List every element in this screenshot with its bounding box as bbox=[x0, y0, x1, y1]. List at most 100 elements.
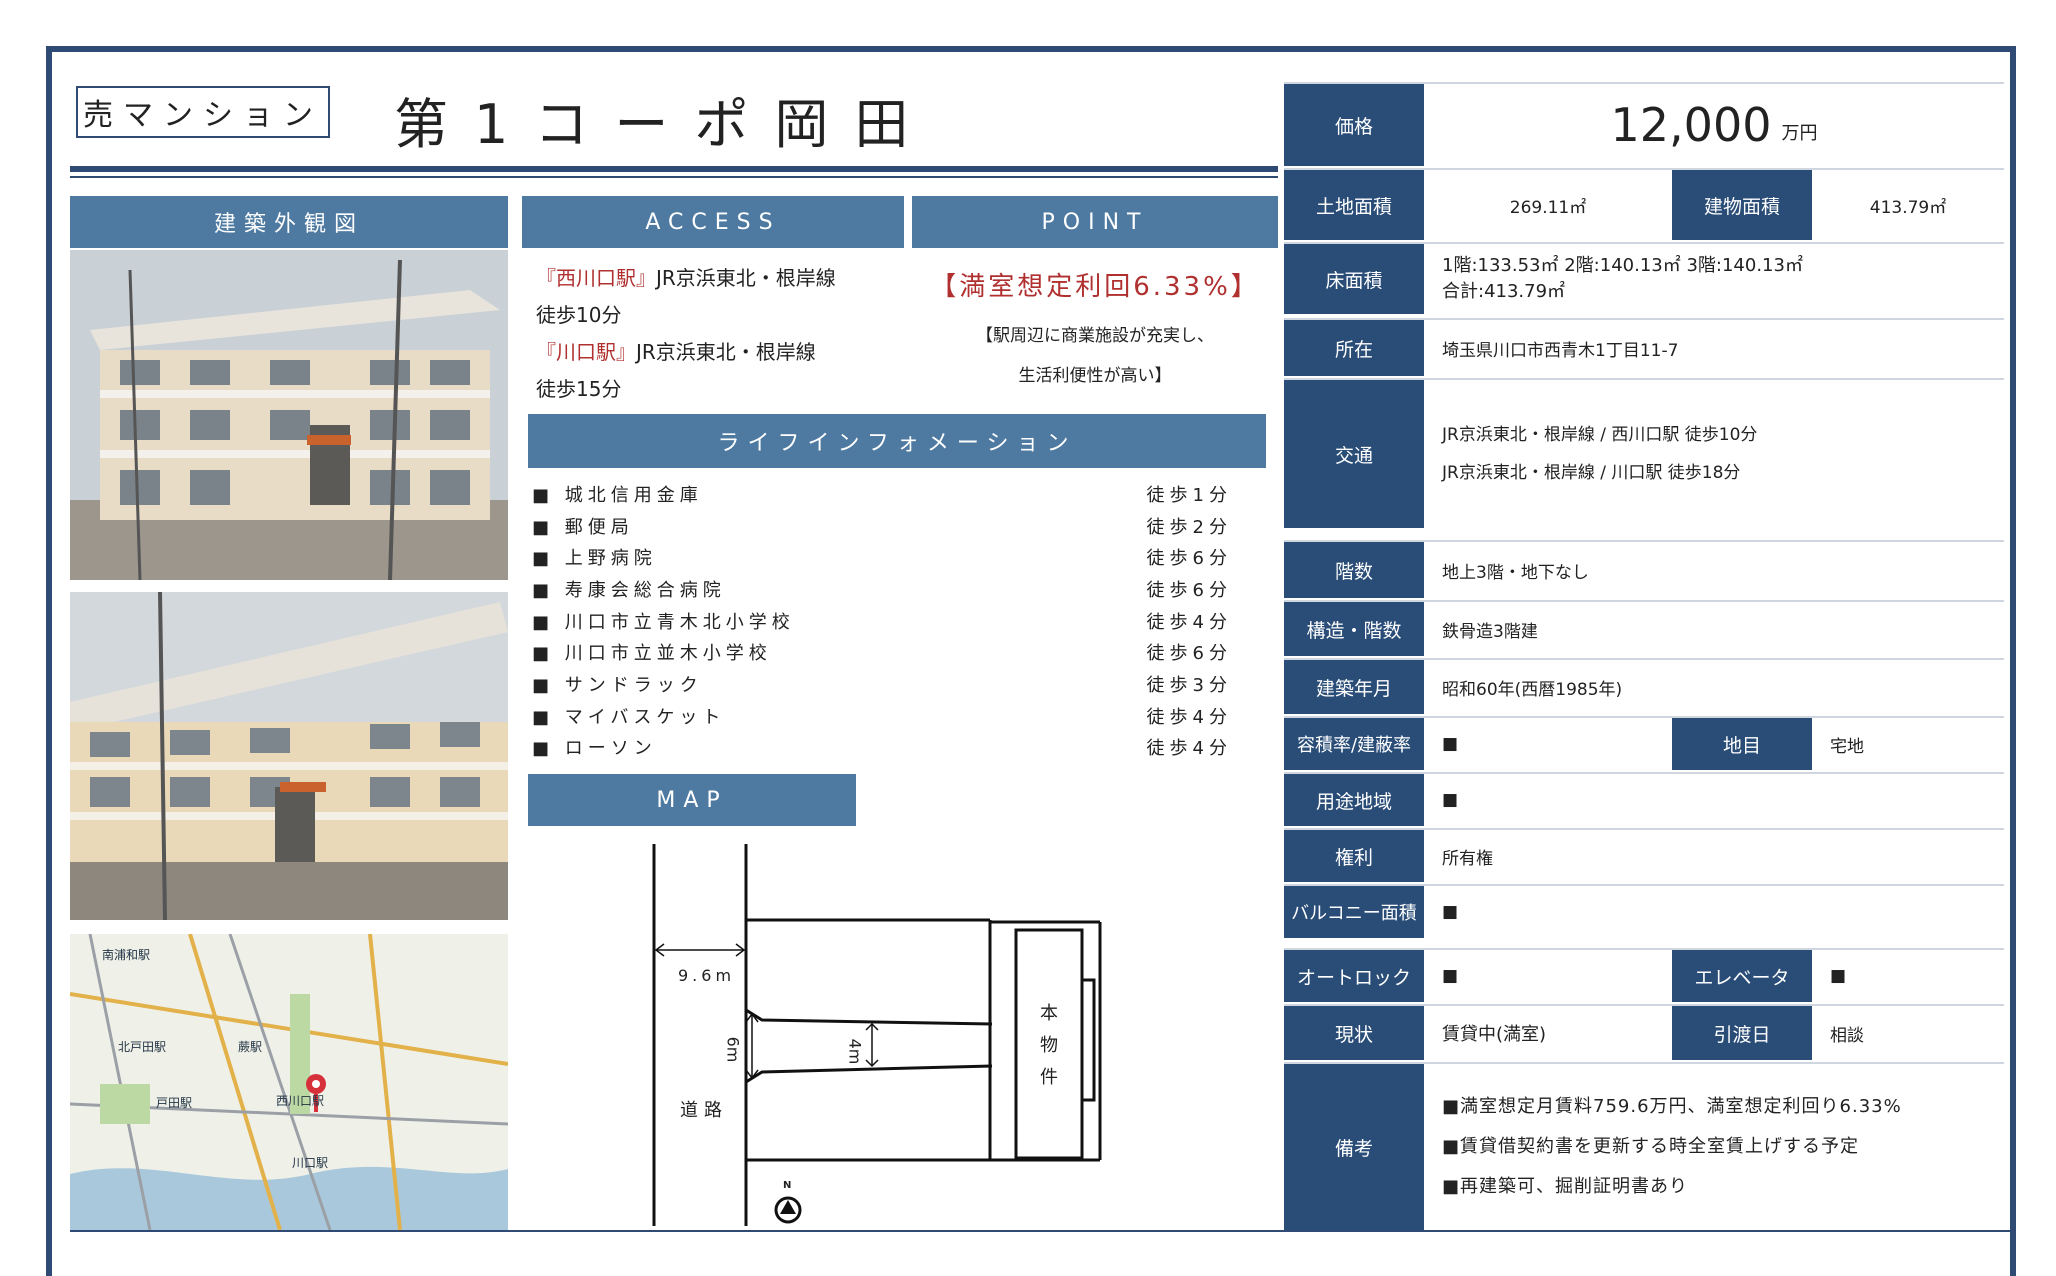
facility-walk-time: 徒歩6分 bbox=[1146, 643, 1232, 665]
facility-name: ■ 郵便局 bbox=[532, 516, 634, 538]
detail-row-floor: 床面積 1階:133.53㎡ 2階:140.13㎡ 3階:140.13㎡ 合計:… bbox=[1284, 242, 2004, 314]
zoning-value: ■ bbox=[1442, 790, 1459, 810]
facility-name: ■ 城北信用金庫 bbox=[532, 484, 703, 506]
floor-area-ratio-value: ■ bbox=[1442, 734, 1459, 754]
detail-row-ratio: 容積率/建蔽率 ■ 地目 宅地 bbox=[1284, 716, 2004, 770]
facility-walk-time: 徒歩1分 bbox=[1146, 484, 1232, 506]
balcony-value: ■ bbox=[1442, 902, 1459, 922]
address-label: 所在 bbox=[1284, 320, 1424, 376]
status-value: 賃貸中(満室) bbox=[1442, 1024, 1547, 1045]
facility-name: ■ サンドラック bbox=[532, 674, 703, 696]
point-body: 【駅周辺に商業施設が充実し、 生活利便性が高い】 bbox=[910, 316, 1280, 396]
life-info-section-header: ライフインフォメーション bbox=[528, 414, 1266, 468]
price-value: 12,000 万円 bbox=[1424, 84, 2004, 166]
built-value: 昭和60年(西暦1985年) bbox=[1442, 679, 1623, 700]
list-item: ■ 上野病院 徒歩6分 bbox=[532, 541, 1232, 573]
facility-name: ■ 川口市立並木小学校 bbox=[532, 643, 772, 665]
facility-name: ■ ローソン bbox=[532, 738, 657, 760]
structure-value: 鉄骨造3階建 bbox=[1442, 621, 1538, 642]
map-section-header: MAP bbox=[528, 774, 856, 826]
price-unit: 万円 bbox=[1781, 123, 1818, 144]
price-amount: 12,000 bbox=[1610, 98, 1772, 152]
detail-row-structure: 構造・階数 鉄骨造3階建 bbox=[1284, 600, 2004, 656]
facility-name: ■ マイバスケット bbox=[532, 706, 726, 728]
map-label-station: 蕨駅 bbox=[238, 1040, 263, 1054]
detail-row-built: 建築年月 昭和60年(西暦1985年) bbox=[1284, 658, 2004, 714]
map-label-station: 川口駅 bbox=[292, 1156, 329, 1170]
address-value: 埼玉県川口市西青木1丁目11-7 bbox=[1442, 340, 1679, 361]
transit-value: JR京浜東北・根岸線 / 西川口駅 徒歩10分 JR京浜東北・根岸線 / 川口駅… bbox=[1424, 380, 2004, 528]
point-body-line: 【駅周辺に商業施設が充実し、 bbox=[976, 326, 1214, 346]
floor-area-ratio-label: 容積率/建蔽率 bbox=[1284, 718, 1424, 770]
access-station-2: 『川口駅』 bbox=[536, 340, 636, 364]
road-width-label: 9.6m bbox=[678, 966, 736, 985]
exterior-section-header: 建築外観図 bbox=[70, 196, 508, 248]
detail-row-address: 所在 埼玉県川口市西青木1丁目11-7 bbox=[1284, 318, 2004, 376]
facility-walk-time: 徒歩4分 bbox=[1146, 706, 1232, 728]
floor-area-breakdown: 1階:133.53㎡ 2階:140.13㎡ 3階:140.13㎡ bbox=[1442, 255, 1803, 276]
built-label: 建築年月 bbox=[1284, 660, 1424, 714]
detail-row-notes: 備考 ■満室想定月賃料759.6万円、満室想定利回り6.33% ■賃貸借契約書を… bbox=[1284, 1062, 2004, 1230]
north-arrow-icon: N bbox=[783, 1180, 792, 1191]
access-info: 『西川口駅』JR京浜東北・根岸線 徒歩10分 『川口駅』JR京浜東北・根岸線 徒… bbox=[536, 260, 896, 408]
elevator-label: エレベータ bbox=[1672, 950, 1812, 1002]
exterior-photo-2 bbox=[70, 592, 508, 920]
building-area-label: 建物面積 bbox=[1672, 170, 1812, 240]
facility-name: ■ 寿康会総合病院 bbox=[532, 579, 726, 601]
title-rule-thin bbox=[70, 176, 1278, 178]
property-label: 本物件 bbox=[1040, 1003, 1058, 1088]
balcony-label: バルコニー面積 bbox=[1284, 886, 1424, 938]
facility-walk-time: 徒歩3分 bbox=[1146, 674, 1232, 696]
elevator-value: ■ bbox=[1830, 966, 1847, 986]
handover-label: 引渡日 bbox=[1672, 1006, 1812, 1060]
structure-label: 構造・階数 bbox=[1284, 602, 1424, 656]
access-line-2: JR京浜東北・根岸線 bbox=[636, 340, 816, 364]
note-line: ■再建築可、掘削証明書あり bbox=[1442, 1176, 1689, 1197]
detail-row-price: 価格 12,000 万円 bbox=[1284, 82, 2004, 166]
access-walk-2: 徒歩15分 bbox=[536, 377, 622, 401]
detail-row-rights: 権利 所有権 bbox=[1284, 828, 2004, 882]
stories-value: 地上3階・地下なし bbox=[1442, 562, 1589, 583]
detail-row-stories: 階数 地上3階・地下なし bbox=[1284, 540, 2004, 598]
life-info-list: ■ 城北信用金庫 徒歩1分 ■ 郵便局 徒歩2分 ■ 上野病院 徒歩6分 ■ 寿康会総… bbox=[532, 478, 1232, 763]
stories-label: 階数 bbox=[1284, 542, 1424, 598]
facility-walk-time: 徒歩2分 bbox=[1146, 516, 1232, 538]
detail-row-zoning: 用途地域 ■ bbox=[1284, 772, 2004, 826]
zoning-label: 用途地域 bbox=[1284, 774, 1424, 826]
facility-walk-time: 徒歩6分 bbox=[1146, 548, 1232, 570]
transit-line: JR京浜東北・根岸線 / 川口駅 徒歩18分 bbox=[1442, 463, 1741, 483]
rights-label: 権利 bbox=[1284, 830, 1424, 882]
list-item: ■ サンドラック 徒歩3分 bbox=[532, 668, 1232, 700]
title-rule bbox=[70, 166, 1278, 172]
note-line: ■賃貸借契約書を更新する時全室賃上げする予定 bbox=[1442, 1136, 1860, 1157]
exterior-photo-1 bbox=[70, 250, 508, 580]
floor-area-value: 1階:133.53㎡ 2階:140.13㎡ 3階:140.13㎡ 合計:413.… bbox=[1424, 244, 2004, 314]
price-label: 価格 bbox=[1284, 84, 1424, 166]
property-title: 第1コーポ岡田 bbox=[394, 93, 935, 156]
notes-label: 備考 bbox=[1284, 1064, 1424, 1230]
list-item: ■ 郵便局 徒歩2分 bbox=[532, 510, 1232, 542]
point-headline: 【満室想定利回6.33%】 bbox=[930, 272, 1260, 302]
access-line-1: JR京浜東北・根岸線 bbox=[656, 266, 836, 290]
facility-walk-time: 徒歩6分 bbox=[1146, 579, 1232, 601]
detail-row-balcony: バルコニー面積 ■ bbox=[1284, 884, 2004, 938]
floor-area-label: 床面積 bbox=[1284, 244, 1424, 314]
map-label-station: 戸田駅 bbox=[156, 1096, 193, 1110]
note-line: ■満室想定月賃料759.6万円、満室想定利回り6.33% bbox=[1442, 1096, 1902, 1117]
access-section-header: ACCESS bbox=[522, 196, 904, 248]
land-area-value: 269.11㎡ bbox=[1509, 197, 1587, 218]
point-body-line: 生活利便性が高い】 bbox=[1018, 366, 1172, 386]
bottom-rule bbox=[70, 1230, 2010, 1232]
map-label-station: 南浦和駅 bbox=[102, 948, 151, 962]
rights-value: 所有権 bbox=[1442, 848, 1493, 869]
land-category-value: 宅地 bbox=[1830, 736, 1864, 757]
list-item: ■ 川口市立並木小学校 徒歩6分 bbox=[532, 636, 1232, 668]
transit-label: 交通 bbox=[1284, 380, 1424, 528]
road-label: 道路 bbox=[680, 1100, 728, 1121]
property-type-badge: 売マンション bbox=[76, 86, 330, 138]
detail-row-transit: 交通 JR京浜東北・根岸線 / 西川口駅 徒歩10分 JR京浜東北・根岸線 / … bbox=[1284, 378, 2004, 528]
handover-value: 相談 bbox=[1830, 1025, 1864, 1046]
list-item: ■ マイバスケット 徒歩4分 bbox=[532, 700, 1232, 732]
detail-row-status: 現状 賃貸中(満室) 引渡日 相談 bbox=[1284, 1004, 2004, 1060]
point-section-header: POINT bbox=[912, 196, 1278, 248]
